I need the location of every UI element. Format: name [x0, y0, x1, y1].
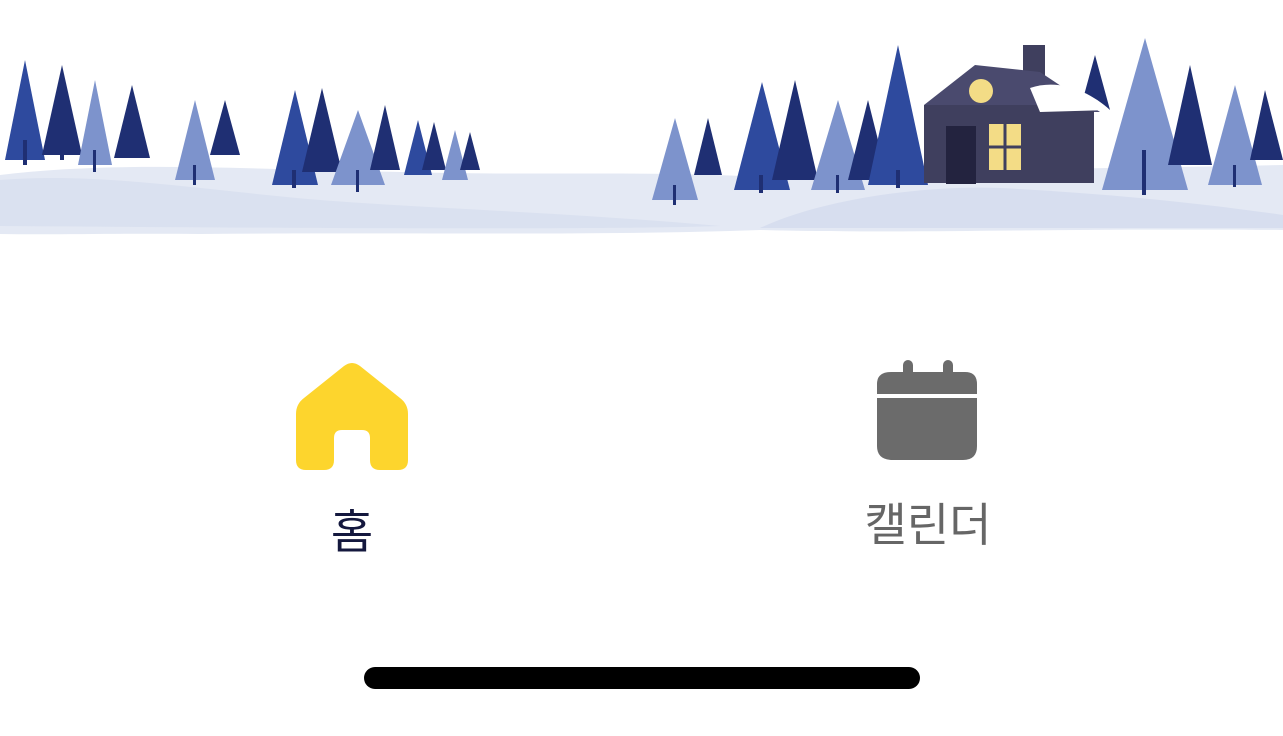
tab-calendar-label: 캘린더 [864, 498, 992, 552]
home-icon [202, 360, 502, 480]
tab-calendar[interactable]: 캘린더 [778, 340, 1078, 570]
calendar-icon [778, 360, 1078, 480]
bottom-tab-bar: 홈 캘린더 [0, 340, 1283, 580]
app-screen: 홈 캘린더 [0, 0, 1283, 736]
winter-banner-illustration [0, 38, 1283, 235]
home-indicator-bar[interactable] [364, 667, 920, 689]
tab-home[interactable]: 홈 [202, 340, 502, 570]
snowy-house [918, 45, 1110, 184]
tab-home-label: 홈 [330, 505, 374, 559]
